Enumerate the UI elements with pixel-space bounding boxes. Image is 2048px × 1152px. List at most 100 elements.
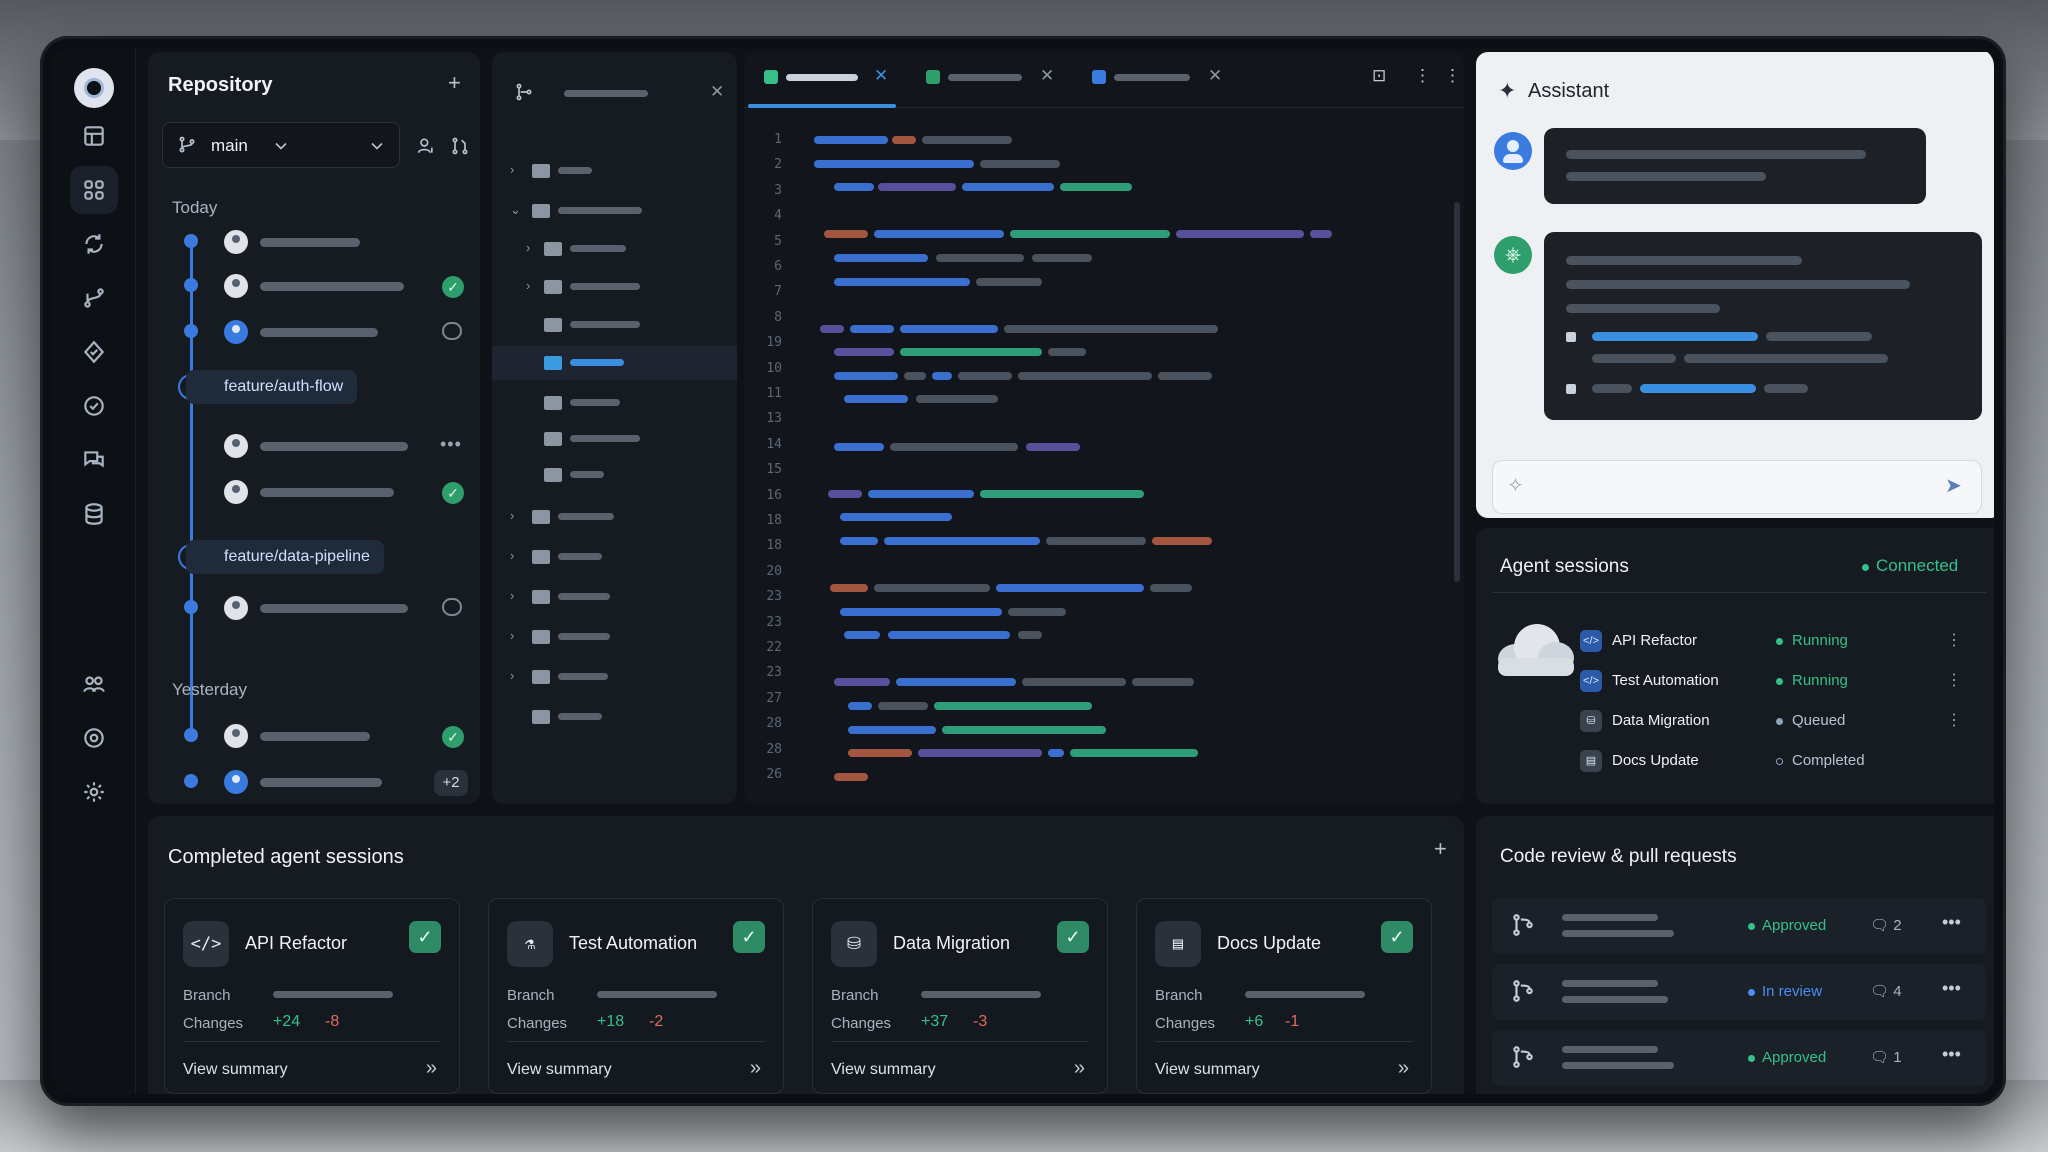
tree-file[interactable] xyxy=(492,386,737,420)
tree-folder[interactable]: › xyxy=(492,620,737,654)
assistant-input[interactable]: ✧ ➤ xyxy=(1492,460,1982,514)
tree-folder[interactable]: ⌄ xyxy=(492,194,737,228)
user-branch-icon[interactable] xyxy=(416,136,436,156)
chevron-double-right-icon[interactable]: » xyxy=(426,1057,437,1080)
pull-request-icon[interactable] xyxy=(450,136,470,156)
branch-chip[interactable]: feature/auth-flow xyxy=(186,370,358,404)
editor-tab[interactable]: ✕ xyxy=(1078,52,1238,104)
pull-request-row[interactable]: In review 🗨 4 ••• xyxy=(1492,964,1986,1020)
code-token xyxy=(916,395,998,404)
branch-chip[interactable]: feature/data-pipeline xyxy=(186,540,384,574)
agent-status: Completed xyxy=(1792,752,1865,769)
tree-folder[interactable]: › xyxy=(492,540,737,574)
session-card[interactable]: ⚗ Test Automation ✓ Branch Changes +18 -… xyxy=(488,898,784,1094)
comment-icon: 🗨 xyxy=(1870,1049,1894,1066)
editor-tab[interactable]: ✕ xyxy=(912,52,1070,104)
tree-file[interactable] xyxy=(492,308,737,342)
tree-file[interactable]: › xyxy=(492,154,737,188)
chevron-double-right-icon[interactable]: » xyxy=(750,1057,761,1080)
view-summary-link[interactable]: View summary xyxy=(507,1061,612,1079)
check-icon: ✓ xyxy=(409,921,441,953)
pr-title-placeholder xyxy=(1562,1046,1658,1053)
code-token xyxy=(1150,584,1192,593)
integrations-icon[interactable] xyxy=(70,714,118,762)
team-icon[interactable] xyxy=(70,660,118,708)
agent-row[interactable]: </> Test Automation Running ⋮ xyxy=(1580,666,1990,696)
more-vertical-icon[interactable]: ⋮ xyxy=(1946,670,1962,690)
more-icon[interactable]: ••• xyxy=(1942,978,1961,999)
tree-file[interactable] xyxy=(492,422,737,456)
more-icon[interactable]: ••• xyxy=(1942,912,1961,933)
commit-dot xyxy=(184,234,198,248)
code-token xyxy=(834,253,928,262)
chat-icon[interactable] xyxy=(70,436,118,484)
more-icon[interactable]: ••• xyxy=(440,434,462,455)
code-token xyxy=(874,584,990,593)
line-number: 3 xyxy=(774,182,782,198)
code-token xyxy=(1048,348,1086,357)
pull-request-row[interactable]: Approved 🗨 1 ••• xyxy=(1492,1030,1986,1086)
tree-folder[interactable]: › xyxy=(492,500,737,534)
code-token xyxy=(958,371,1012,380)
view-summary-link[interactable]: View summary xyxy=(831,1061,936,1079)
connection-status: Connected xyxy=(1876,556,1959,575)
pull-request-icon xyxy=(1513,1046,1533,1068)
add-session-button[interactable]: + xyxy=(1434,836,1447,862)
tree-file[interactable]: › xyxy=(492,232,737,266)
branch-placeholder xyxy=(597,991,717,998)
apps-grid-icon[interactable] xyxy=(70,166,118,214)
check-circle-icon[interactable] xyxy=(70,382,118,430)
chevron-double-right-icon[interactable]: » xyxy=(1398,1057,1409,1080)
session-card[interactable]: ⛁ Data Migration ✓ Branch Changes +37 -3… xyxy=(812,898,1108,1094)
code-token xyxy=(814,159,974,168)
session-card[interactable]: ▤ Docs Update ✓ Branch Changes +6 -1 Vie… xyxy=(1136,898,1432,1094)
tree-folder[interactable]: › xyxy=(492,580,737,614)
more-commits-badge[interactable]: +2 xyxy=(434,770,468,796)
view-summary-link[interactable]: View summary xyxy=(183,1061,288,1079)
editor-tab-active[interactable]: ✕ xyxy=(744,52,904,104)
chevron-double-right-icon[interactable]: » xyxy=(1074,1057,1085,1080)
code-token xyxy=(820,324,844,333)
session-card[interactable]: </> API Refactor ✓ Branch Changes +24 -8… xyxy=(164,898,460,1094)
divider xyxy=(831,1041,1089,1042)
status-dot xyxy=(1776,718,1783,725)
pr-subtitle-placeholder xyxy=(1562,1062,1674,1069)
tree-file[interactable] xyxy=(492,458,737,492)
tree-file-selected[interactable] xyxy=(492,346,737,380)
git-branch-icon[interactable] xyxy=(70,274,118,322)
comment-icon[interactable] xyxy=(442,598,462,616)
settings-gear-icon[interactable] xyxy=(70,768,118,816)
agent-row[interactable]: ⛁ Data Migration Queued ⋮ xyxy=(1580,706,1990,736)
review-icon[interactable] xyxy=(70,328,118,376)
dashboard-icon[interactable] xyxy=(70,112,118,160)
agent-row[interactable]: ▤ Docs Update Completed xyxy=(1580,746,1990,776)
scrollbar[interactable] xyxy=(1454,202,1460,582)
changes-label: Changes xyxy=(831,1015,892,1032)
comment-icon[interactable] xyxy=(442,322,462,340)
agent-row[interactable]: </> API Refactor Running ⋮ xyxy=(1580,626,1990,656)
code-token xyxy=(900,348,1042,357)
split-view-icon[interactable]: ⊡ xyxy=(1370,52,1394,104)
branch-selector[interactable]: main xyxy=(162,122,400,168)
commit-message-placeholder xyxy=(260,604,408,613)
tree-folder[interactable]: › xyxy=(492,660,737,694)
line-number: 15 xyxy=(766,462,782,478)
more-vertical-icon[interactable]: ⋮ xyxy=(1408,52,1431,104)
sync-icon[interactable] xyxy=(70,220,118,268)
changes-label: Changes xyxy=(507,1015,568,1032)
tree-file[interactable]: › xyxy=(492,270,737,304)
more-icon[interactable]: ••• xyxy=(1942,1044,1961,1065)
check-icon: ✓ xyxy=(733,921,765,953)
code-review-panel: Code review & pull requests Approved 🗨 2… xyxy=(1476,816,1994,1094)
more-vertical-icon[interactable]: ⋮ xyxy=(1946,630,1962,650)
close-icon[interactable]: ✕ xyxy=(710,82,724,102)
more-vertical-icon[interactable]: ⋮ xyxy=(1438,52,1461,104)
pull-request-row[interactable]: Approved 🗨 2 ••• xyxy=(1492,898,1986,954)
view-summary-link[interactable]: View summary xyxy=(1155,1061,1260,1079)
code-token xyxy=(834,371,898,380)
more-vertical-icon[interactable]: ⋮ xyxy=(1946,710,1962,730)
send-icon[interactable]: ➤ xyxy=(1945,473,1962,498)
add-repository-button[interactable]: + xyxy=(448,70,461,96)
tree-file[interactable] xyxy=(492,700,737,734)
database-icon[interactable] xyxy=(70,490,118,538)
